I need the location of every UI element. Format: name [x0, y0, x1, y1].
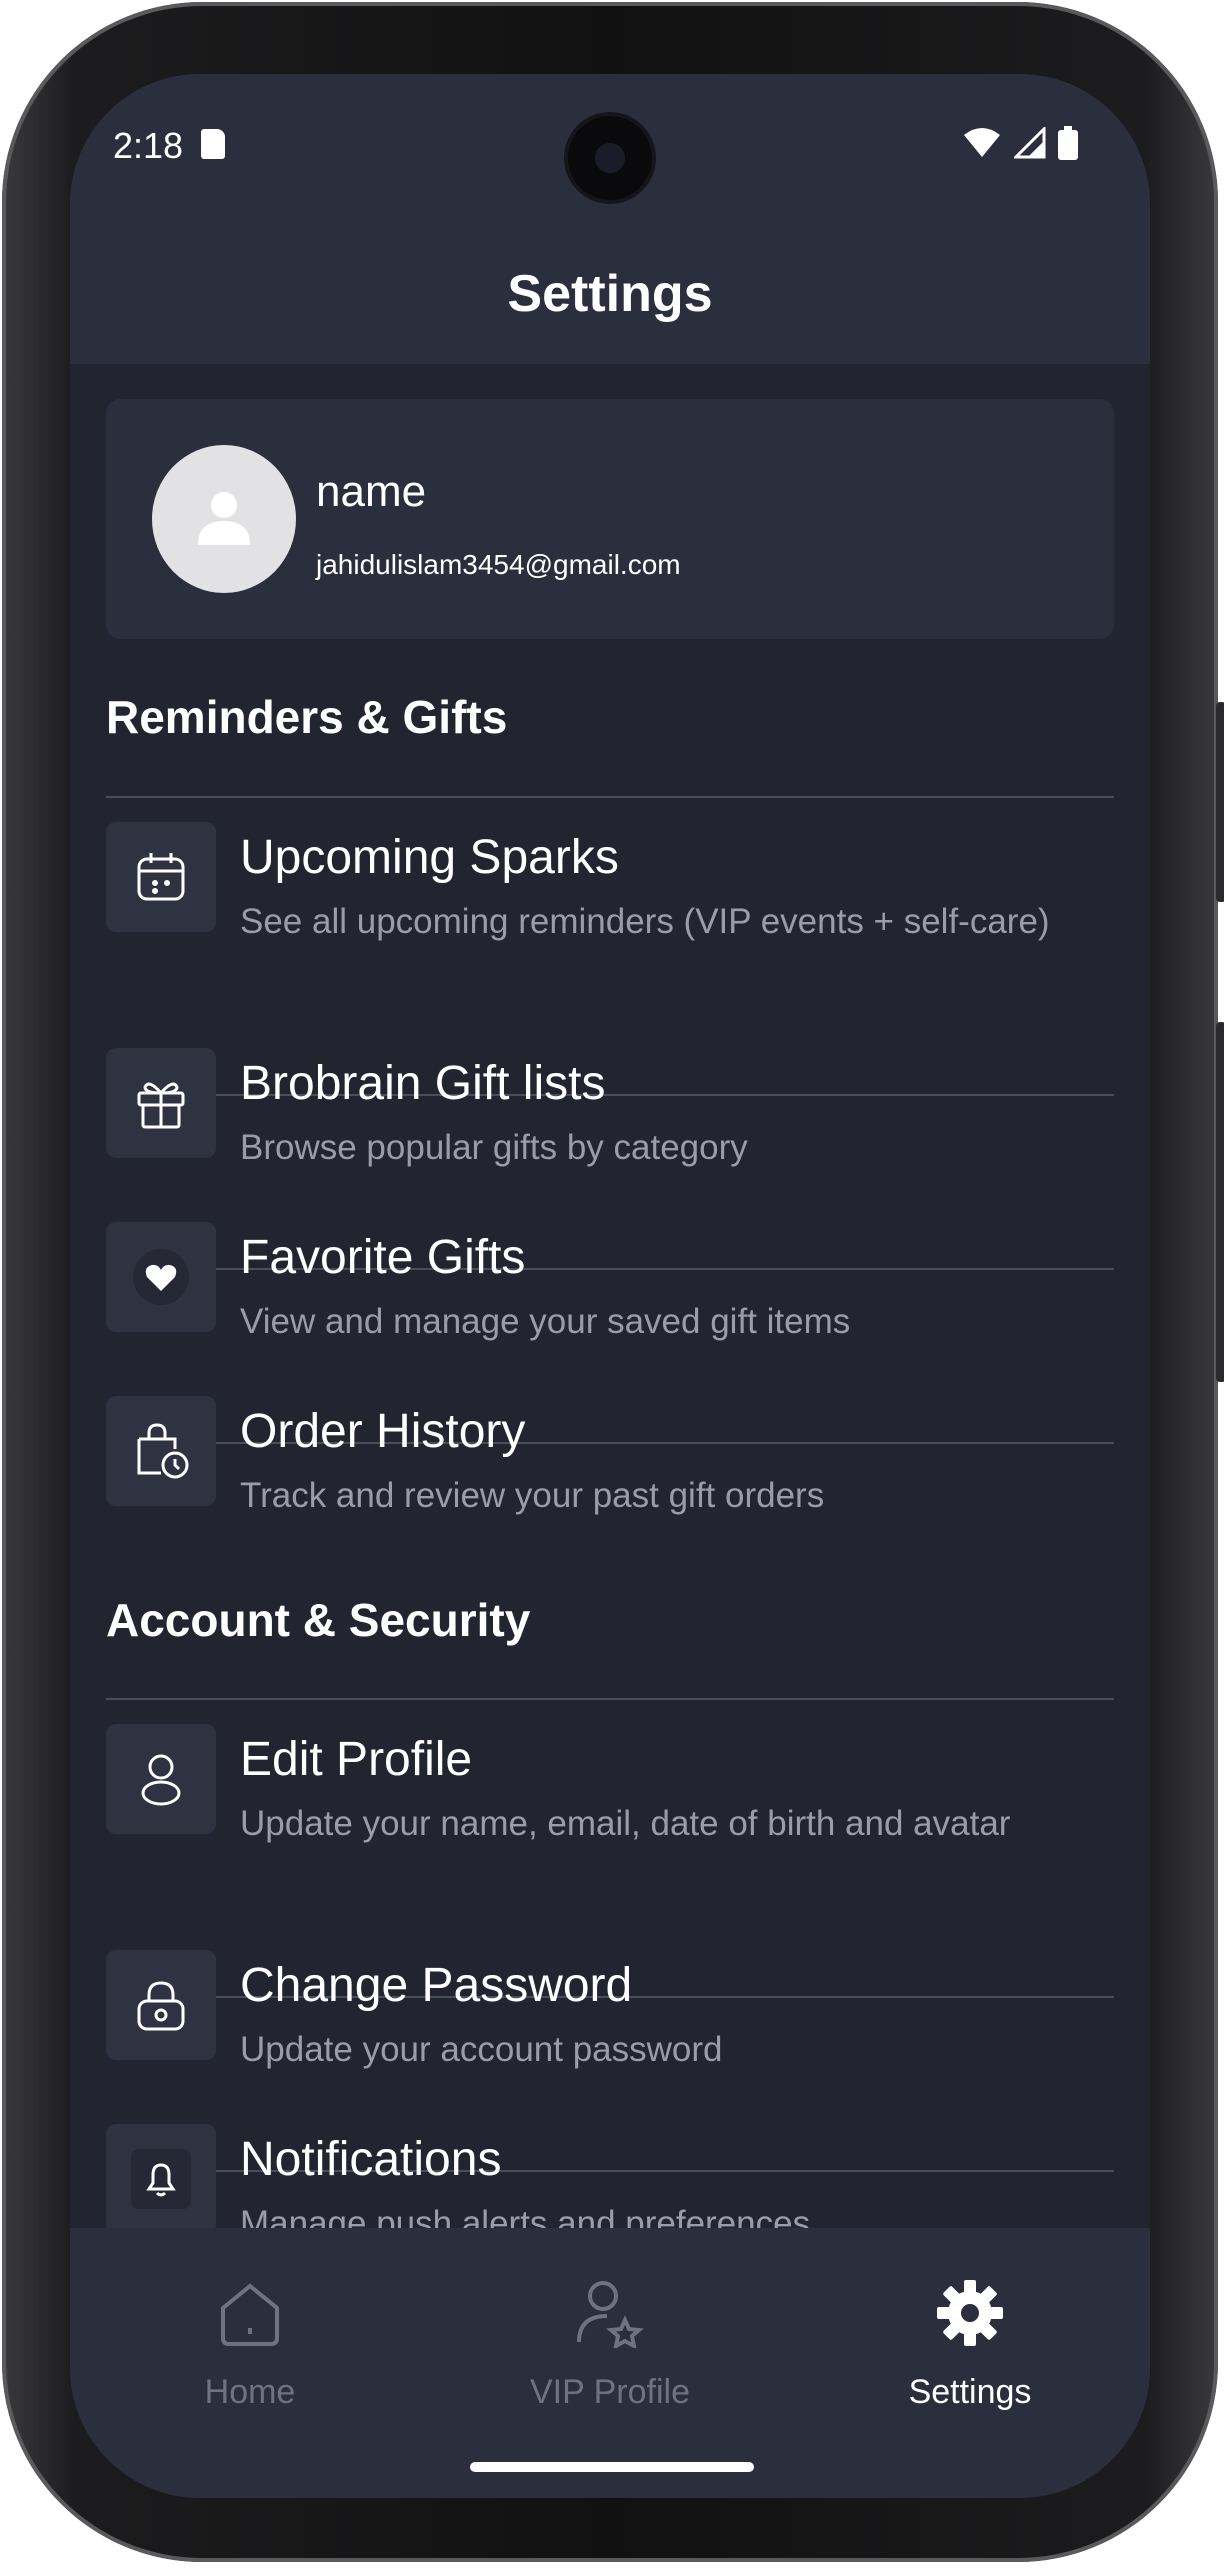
front-camera	[568, 116, 652, 200]
bell-icon	[106, 2124, 216, 2234]
item-title: Favorite Gifts	[240, 1231, 526, 1284]
nav-vip-profile[interactable]: VIP Profile	[470, 2278, 750, 2412]
divider	[106, 796, 1114, 798]
item-subtitle: Update your name, email, date of birth a…	[240, 1804, 1011, 1843]
item-subtitle: View and manage your saved gift items	[240, 1302, 851, 1341]
nav-settings-label: Settings	[908, 2373, 1032, 2411]
item-subtitle: Update your account password	[240, 2030, 723, 2069]
profile-email: jahidulislam3454@gmail.com	[316, 549, 681, 580]
sd-card-icon	[201, 129, 225, 159]
page-title: Settings	[507, 265, 713, 323]
settings-item-favorite-gifts[interactable]: Favorite Gifts View and manage your save…	[106, 1222, 1114, 1362]
settings-item-change-password[interactable]: Change Password Update your account pass…	[106, 1950, 1114, 2090]
settings-item-upcoming-sparks[interactable]: Upcoming Sparks See all upcoming reminde…	[106, 822, 1114, 1002]
divider	[106, 1698, 1114, 1700]
bottom-nav: Home VIP Profile Settings	[70, 2228, 1150, 2498]
app-header: 2:18 Settings	[70, 74, 1150, 364]
battery-icon	[1058, 126, 1078, 160]
volume-button	[1216, 1022, 1224, 1382]
item-title: Edit Profile	[240, 1733, 473, 1786]
heart-icon	[106, 1222, 216, 1332]
item-title: Change Password	[240, 1959, 633, 2012]
settings-item-gift-lists[interactable]: Brobrain Gift lists Browse popular gifts…	[106, 1048, 1114, 1188]
section-title-reminders: Reminders & Gifts	[106, 691, 508, 743]
screen: 2:18 Settings name jahidulislam3454@gmai…	[70, 74, 1150, 2498]
item-subtitle: Track and review your past gift orders	[240, 1476, 825, 1515]
nav-home-label: Home	[204, 2373, 296, 2411]
power-button	[1216, 702, 1224, 902]
nav-vip-profile-label: VIP Profile	[529, 2373, 690, 2411]
settings-item-order-history[interactable]: Order History Track and review your past…	[106, 1396, 1114, 1536]
gear-icon	[937, 2280, 1003, 2346]
item-title: Upcoming Sparks	[240, 831, 619, 884]
nav-settings[interactable]: Settings	[830, 2278, 1110, 2412]
vip-user-star-icon	[577, 2281, 644, 2350]
calendar-icon	[106, 822, 216, 932]
bag-clock-icon	[106, 1396, 216, 1506]
item-title: Order History	[240, 1405, 526, 1458]
user-icon	[106, 1724, 216, 1834]
profile-name: name	[316, 467, 427, 516]
settings-item-edit-profile[interactable]: Edit Profile Update your name, email, da…	[106, 1724, 1114, 1904]
item-subtitle: See all upcoming reminders (VIP events +…	[240, 902, 1050, 941]
item-title: Brobrain Gift lists	[240, 1057, 606, 1110]
user-avatar-icon	[198, 492, 250, 545]
section-title-account: Account & Security	[106, 1594, 531, 1646]
home-icon	[221, 2283, 279, 2346]
cell-signal-icon	[1014, 127, 1046, 159]
home-indicator[interactable]	[470, 2462, 754, 2472]
item-subtitle: Browse popular gifts by category	[240, 1128, 748, 1167]
profile-card[interactable]: name jahidulislam3454@gmail.com	[106, 399, 1114, 639]
gift-icon	[106, 1048, 216, 1158]
status-time: 2:18	[113, 125, 184, 166]
item-title: Notifications	[240, 2133, 502, 2186]
nav-home[interactable]: Home	[110, 2278, 390, 2412]
status-icons	[962, 126, 1078, 160]
lock-icon	[106, 1950, 216, 2060]
wifi-icon	[964, 128, 1000, 157]
avatar	[152, 445, 296, 593]
phone-frame: 2:18 Settings name jahidulislam3454@gmai…	[2, 2, 1224, 2562]
